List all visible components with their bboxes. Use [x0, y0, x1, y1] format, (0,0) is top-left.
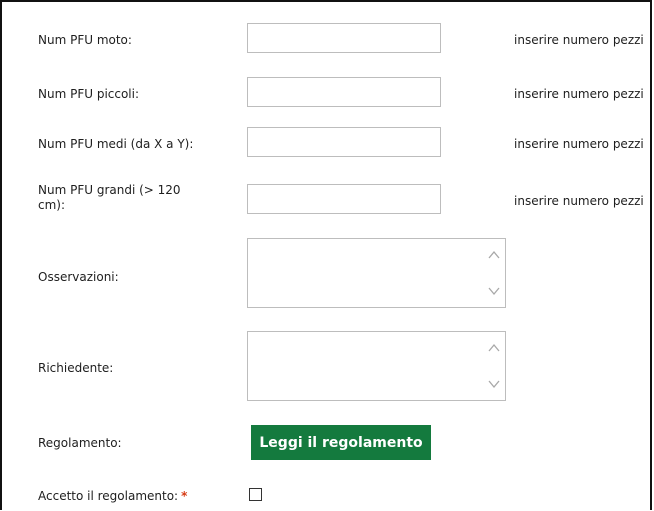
- num-pfu-piccoli-input[interactable]: [247, 77, 441, 107]
- accept-regulation-checkbox[interactable]: [249, 488, 262, 501]
- read-regulation-button[interactable]: Leggi il regolamento: [251, 425, 431, 460]
- label-num-pfu-piccoli: Num PFU piccoli:: [38, 87, 140, 101]
- chevron-up-icon[interactable]: [487, 342, 501, 354]
- hint-num-pfu-moto: inserire numero pezzi: [514, 33, 644, 47]
- hint-num-pfu-medi: inserire numero pezzi: [514, 137, 644, 151]
- osservazioni-textarea-wrap: [247, 238, 506, 308]
- chevron-down-icon[interactable]: [487, 285, 501, 297]
- label-regolamento: Regolamento:: [38, 436, 122, 450]
- chevron-down-icon[interactable]: [487, 378, 501, 390]
- osservazioni-textarea[interactable]: [248, 239, 486, 307]
- label-richiedente: Richiedente:: [38, 361, 114, 375]
- hint-num-pfu-piccoli: inserire numero pezzi: [514, 87, 644, 101]
- label-num-pfu-medi: Num PFU medi (da X a Y):: [38, 137, 194, 151]
- num-pfu-grandi-input[interactable]: [247, 184, 441, 214]
- richiedente-textarea[interactable]: [248, 332, 486, 400]
- label-num-pfu-grandi: Num PFU grandi (> 120 cm):: [38, 183, 181, 212]
- richiedente-textarea-wrap: [247, 331, 506, 401]
- required-marker: *: [181, 489, 188, 503]
- label-num-pfu-moto: Num PFU moto:: [38, 33, 132, 47]
- num-pfu-medi-input[interactable]: [247, 127, 441, 157]
- chevron-up-icon[interactable]: [487, 249, 501, 261]
- num-pfu-moto-input[interactable]: [247, 23, 441, 53]
- hint-num-pfu-grandi: inserire numero pezzi: [514, 194, 644, 208]
- label-accetto-regolamento: Accetto il regolamento: *: [38, 489, 213, 504]
- label-osservazioni: Osservazioni:: [38, 270, 119, 284]
- accept-label-text: Accetto il regolamento:: [38, 489, 179, 503]
